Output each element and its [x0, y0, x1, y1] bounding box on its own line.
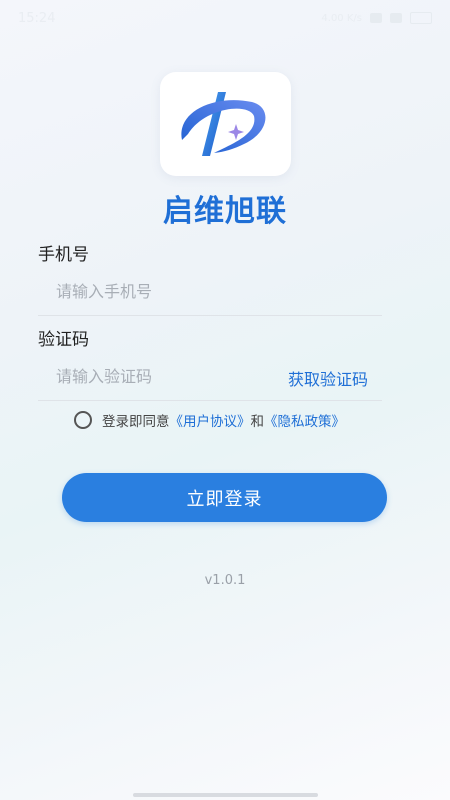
agreement-radio[interactable] — [74, 411, 92, 429]
code-label: 验证码 — [38, 330, 89, 350]
version-label: v1.0.1 — [204, 573, 246, 588]
agreement-conjunction: 和 — [250, 414, 265, 430]
agreement-prefix: 登录即同意 — [102, 414, 170, 430]
status-time: 15:24 — [18, 10, 56, 26]
phone-label: 手机号 — [38, 245, 89, 265]
network-speed: 4.00 K/s — [321, 12, 362, 24]
user-agreement-link[interactable]: 《用户协议》 — [170, 410, 251, 430]
status-bar: 15:24 4.00 K/s — [0, 0, 450, 36]
privacy-policy-link[interactable]: 《隐私政策》 — [264, 410, 345, 430]
phone-input[interactable] — [38, 275, 382, 307]
home-indicator[interactable] — [133, 793, 318, 797]
agreement-row: 登录即同意 《用户协议》 和 《隐私政策》 — [74, 410, 345, 430]
battery-icon — [410, 12, 432, 24]
status-indicators: 4.00 K/s — [321, 12, 432, 24]
phone-divider — [38, 315, 382, 316]
stylized-d-logo-icon — [181, 92, 266, 156]
login-button[interactable]: 立即登录 — [62, 473, 387, 522]
app-name: 启维旭联 — [163, 194, 287, 229]
wifi-icon — [390, 13, 402, 23]
code-divider — [38, 400, 382, 401]
code-input[interactable] — [38, 360, 268, 392]
get-code-button[interactable]: 获取验证码 — [288, 366, 368, 390]
app-logo — [160, 72, 291, 176]
signal-icon — [370, 13, 382, 23]
